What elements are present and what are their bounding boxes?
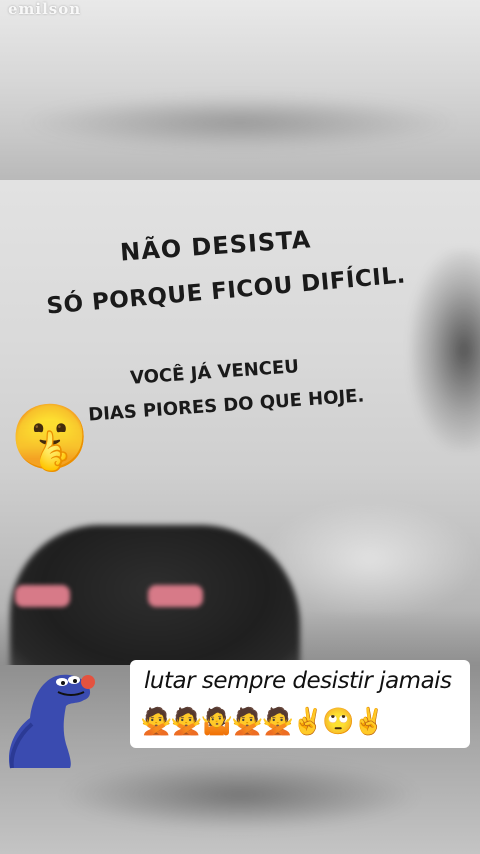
bottom-background-blur xyxy=(60,760,420,830)
caption-text: lutar sempre desistir jamais xyxy=(144,668,452,694)
watermark: emilson xyxy=(8,0,82,18)
quote-line-2: SÓ PORQUE FICOU DIFÍCIL. xyxy=(45,262,407,320)
quote-line-1: NÃO DESISTA xyxy=(119,225,313,267)
quote-line-3: VOCÊ JÁ VENCEU xyxy=(129,356,300,389)
shushing-face-sticker: 🤫 xyxy=(10,401,90,475)
blue-monster-sticker xyxy=(8,674,95,769)
caption-emojis: 🙅🙅🤷🙅🙅✌️🙄✌️ xyxy=(140,707,385,737)
top-background-blur xyxy=(20,95,460,150)
quote-line-4: DIAS PIORES DO QUE HOJE. xyxy=(87,385,365,426)
caption-box: lutar sempre desistir jamais 🙅🙅🤷🙅🙅✌️🙄✌️ xyxy=(130,660,470,748)
top-background xyxy=(0,0,480,180)
